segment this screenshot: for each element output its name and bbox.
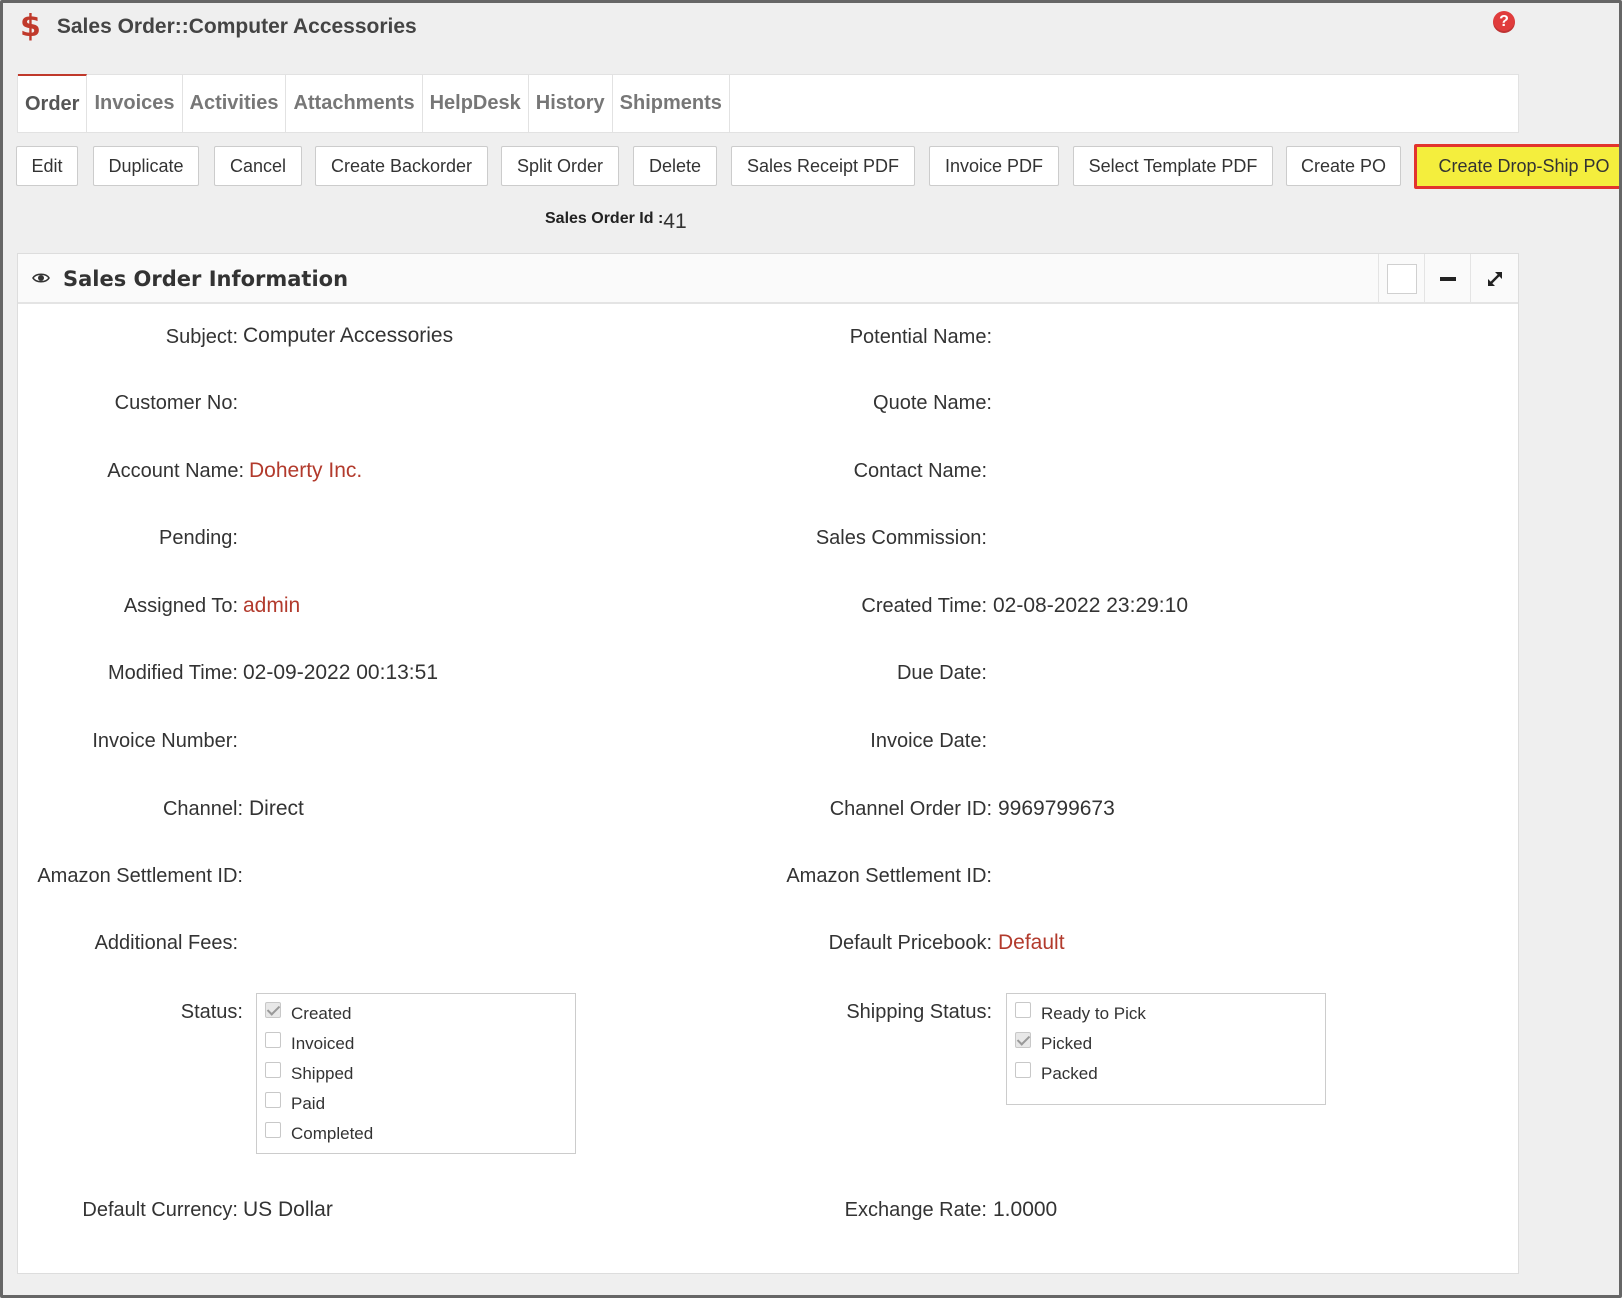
shipping-option-picked[interactable]: Picked xyxy=(1015,1032,1092,1056)
status-option-completed[interactable]: Completed xyxy=(265,1122,373,1146)
default-pricebook-link[interactable]: Default xyxy=(998,931,1065,955)
shipping-status-label: Shipping Status: xyxy=(846,1001,992,1023)
status-checkbox-group: Created Invoiced Shipped Paid Completed xyxy=(256,993,576,1154)
status-option-label: Paid xyxy=(291,1094,326,1113)
default-currency-value: US Dollar xyxy=(243,1198,333,1221)
tab-order[interactable]: Order xyxy=(18,74,88,133)
shipping-option-label: Picked xyxy=(1041,1034,1093,1053)
amazon-settlement-id-label: Amazon Settlement ID: xyxy=(37,865,243,887)
status-option-label: Completed xyxy=(291,1124,374,1143)
panel-select-toggle[interactable] xyxy=(1378,254,1424,304)
sales-order-id-label: Sales Order Id : xyxy=(545,210,664,227)
created-time-label: Created Time: xyxy=(861,595,987,617)
exchange-rate-value: 1.0000 xyxy=(993,1198,1058,1221)
sales-commission-label: Sales Commission: xyxy=(815,527,987,549)
amazon-settlement-id-label-right: Amazon Settlement ID: xyxy=(786,865,992,887)
minimize-icon xyxy=(1439,277,1456,281)
shipping-option-packed[interactable]: Packed xyxy=(1015,1062,1098,1086)
potential-name-label: Potential Name: xyxy=(849,326,992,348)
tab-activities[interactable]: Activities xyxy=(183,75,287,132)
help-icon[interactable]: ? xyxy=(1493,11,1515,33)
pending-label: Pending: xyxy=(159,527,238,549)
sales-order-information-panel: Sales Order Information xyxy=(17,253,1519,1274)
channel-value: Direct xyxy=(249,797,304,820)
shipping-option-label: Packed xyxy=(1041,1064,1098,1083)
panel-header: Sales Order Information xyxy=(18,254,1518,304)
sales-order-id-value: 41 xyxy=(663,210,687,233)
default-pricebook-label: Default Pricebook: xyxy=(828,932,992,954)
select-template-pdf-button[interactable]: Select Template PDF xyxy=(1073,146,1273,186)
panel-minimize-button[interactable] xyxy=(1424,254,1470,304)
invoice-number-label: Invoice Number: xyxy=(92,730,238,752)
page-header: $ Sales Order::Computer Accessories xyxy=(20,12,417,42)
page-title: Sales Order::Computer Accessories xyxy=(56,15,417,38)
duplicate-button[interactable]: Duplicate xyxy=(93,146,199,186)
subject-value: Computer Accessories xyxy=(243,324,454,347)
created-time-value: 02-08-2022 23:29:10 xyxy=(993,594,1188,617)
cancel-button[interactable]: Cancel xyxy=(214,146,302,186)
channel-order-id-label: Channel Order ID: xyxy=(829,798,992,820)
panel-select-checkbox[interactable] xyxy=(1386,264,1417,294)
status-option-label: Invoiced xyxy=(291,1034,355,1053)
shipping-option-label: Ready to Pick xyxy=(1041,1004,1146,1023)
delete-button[interactable]: Delete xyxy=(633,146,717,186)
create-po-button[interactable]: Create PO xyxy=(1286,146,1401,186)
checkbox[interactable] xyxy=(1015,1002,1031,1018)
status-label: Status: xyxy=(180,1001,243,1023)
tab-attachments[interactable]: Attachments xyxy=(286,75,423,132)
sales-receipt-pdf-button[interactable]: Sales Receipt PDF xyxy=(731,146,915,186)
checkbox[interactable] xyxy=(1015,1032,1031,1048)
checkbox[interactable] xyxy=(265,1002,281,1018)
tab-helpdesk[interactable]: HelpDesk xyxy=(423,75,529,132)
checkbox[interactable] xyxy=(265,1122,281,1138)
status-option-label: Shipped xyxy=(291,1064,354,1083)
checkbox[interactable] xyxy=(265,1092,281,1108)
assigned-to-label: Assigned To: xyxy=(123,595,238,617)
expand-icon xyxy=(1487,272,1502,286)
shipping-status-checkbox-group: Ready to Pick Picked Packed xyxy=(1006,993,1326,1105)
tab-shipments[interactable]: Shipments xyxy=(613,75,730,132)
exchange-rate-label: Exchange Rate: xyxy=(844,1199,987,1221)
split-order-button[interactable]: Split Order xyxy=(501,146,619,186)
checkbox[interactable] xyxy=(265,1032,281,1048)
subject-label: Subject: xyxy=(165,326,238,348)
create-backorder-button[interactable]: Create Backorder xyxy=(315,146,488,186)
account-name-label: Account Name: xyxy=(107,460,244,482)
status-option-created[interactable]: Created xyxy=(265,1002,351,1026)
due-date-label: Due Date: xyxy=(896,662,987,684)
action-toolbar: Edit Duplicate Cancel Create Backorder S… xyxy=(16,144,1622,189)
customer-no-label: Customer No: xyxy=(114,392,238,414)
checkbox[interactable] xyxy=(265,1062,281,1078)
tab-history[interactable]: History xyxy=(529,75,613,132)
contact-name-label: Contact Name: xyxy=(853,460,987,482)
assigned-to-link[interactable]: admin xyxy=(243,594,300,618)
channel-order-id-value: 9969799673 xyxy=(998,797,1115,820)
tab-bar: Order Invoices Activities Attachments He… xyxy=(17,74,1519,133)
create-drop-ship-po-button[interactable]: Create Drop-Ship PO xyxy=(1414,144,1622,189)
default-currency-label: Default Currency: xyxy=(82,1199,238,1221)
invoice-pdf-button[interactable]: Invoice PDF xyxy=(929,146,1059,186)
tab-invoices[interactable]: Invoices xyxy=(87,75,183,132)
channel-label: Channel: xyxy=(162,798,243,820)
modified-time-value: 02-09-2022 00:13:51 xyxy=(243,661,438,684)
checkbox[interactable] xyxy=(1015,1062,1031,1078)
dollar-icon: $ xyxy=(20,9,41,44)
edit-button[interactable]: Edit xyxy=(16,146,78,186)
sales-order-id: Sales Order Id :41 xyxy=(545,210,687,233)
additional-fees-label: Additional Fees: xyxy=(94,932,238,954)
status-option-paid[interactable]: Paid xyxy=(265,1092,325,1116)
shipping-option-ready-to-pick[interactable]: Ready to Pick xyxy=(1015,1002,1146,1026)
invoice-date-label: Invoice Date: xyxy=(870,730,987,752)
status-option-invoiced[interactable]: Invoiced xyxy=(265,1032,354,1056)
panel-expand-button[interactable] xyxy=(1470,254,1518,304)
status-option-shipped[interactable]: Shipped xyxy=(265,1062,353,1086)
panel-title: Sales Order Information xyxy=(63,267,349,291)
modified-time-label: Modified Time: xyxy=(107,662,238,684)
status-option-label: Created xyxy=(291,1004,352,1023)
quote-name-label: Quote Name: xyxy=(873,392,992,414)
eye-icon xyxy=(32,273,50,283)
account-name-link[interactable]: Doherty Inc. xyxy=(249,459,362,483)
